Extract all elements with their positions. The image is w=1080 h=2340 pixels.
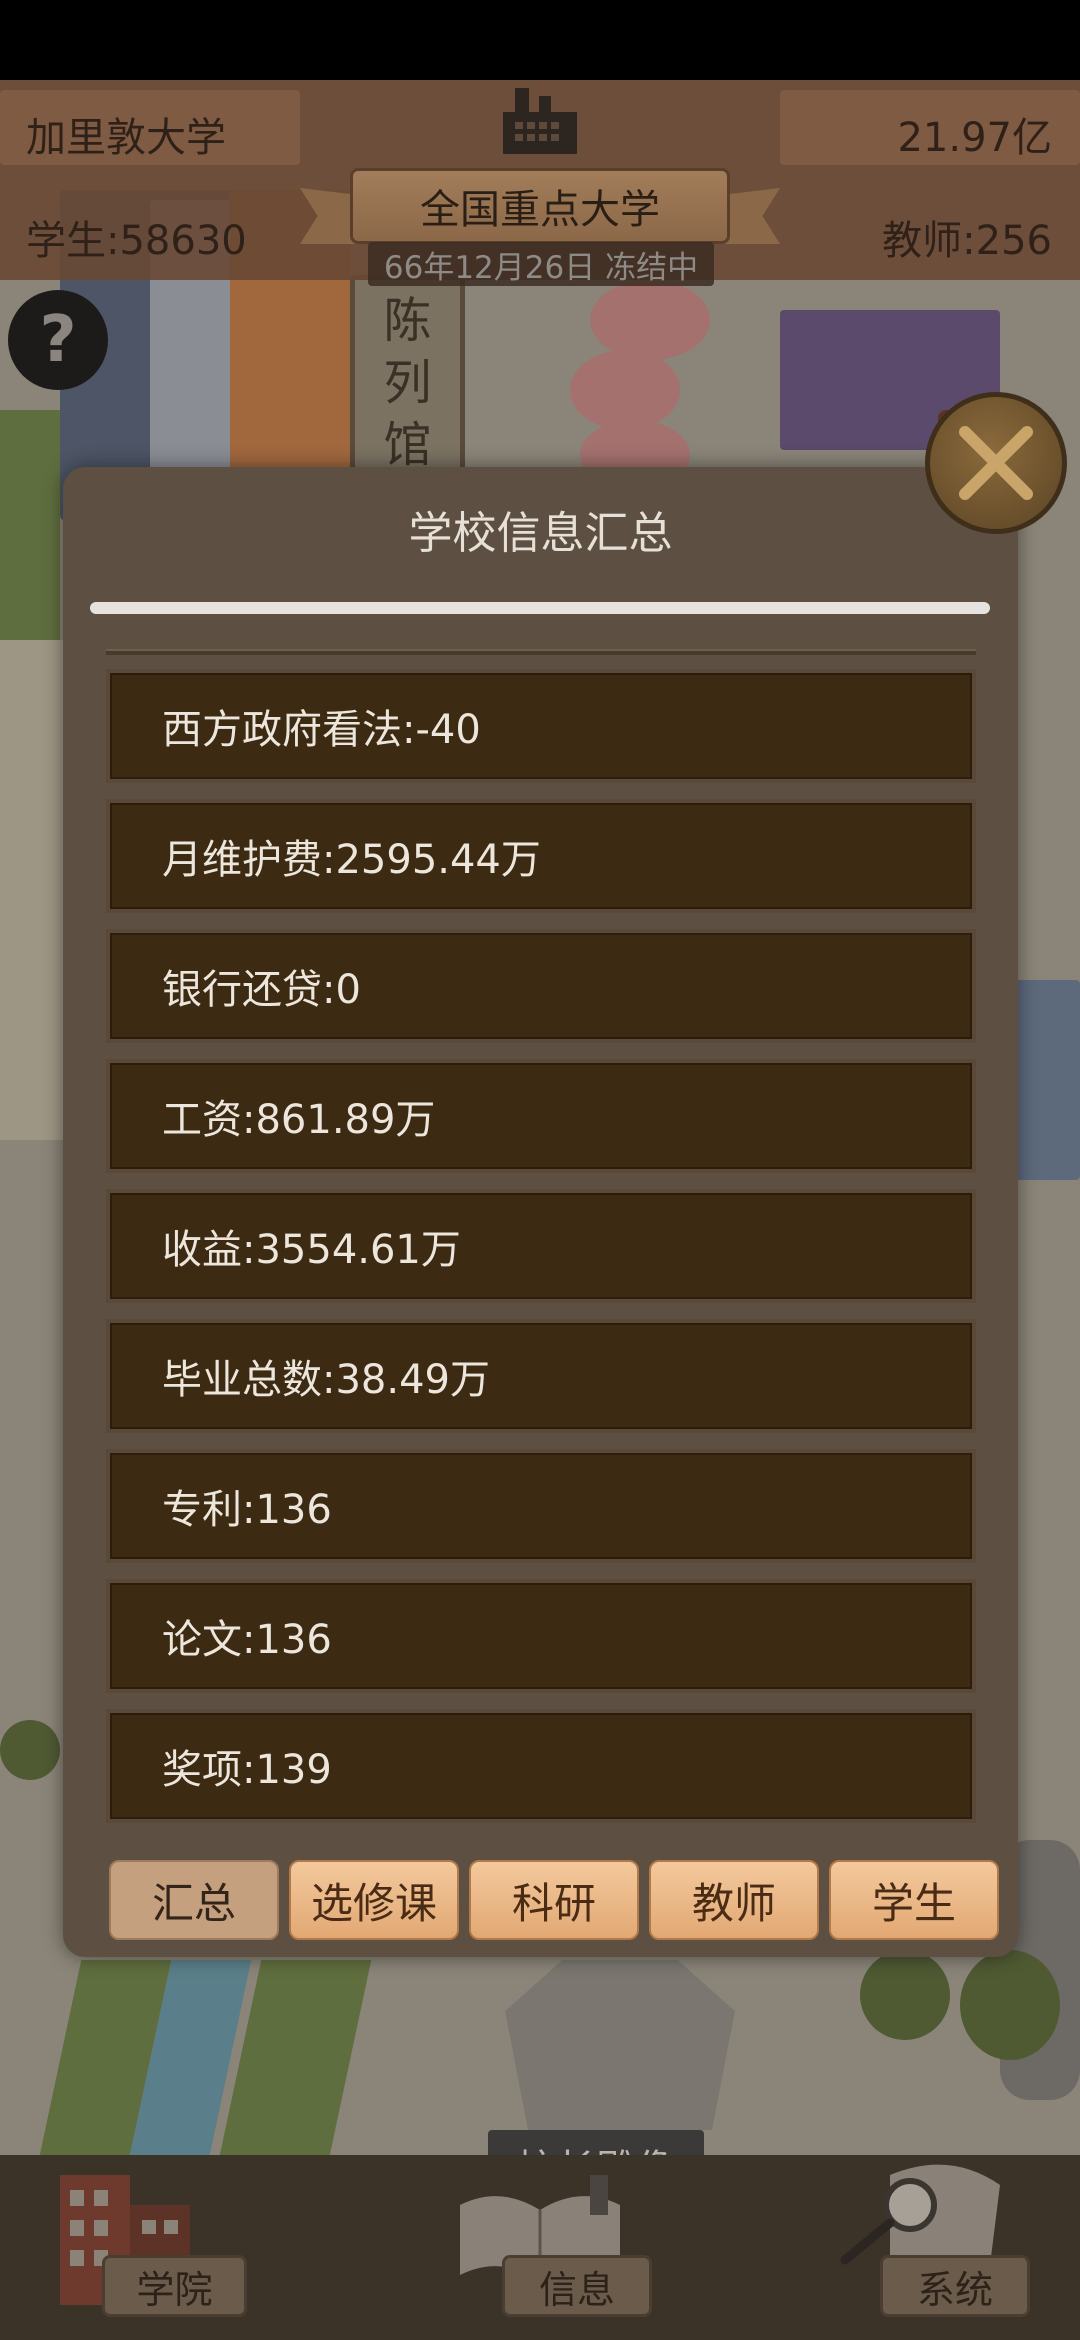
factory-icon — [503, 88, 577, 154]
info-list[interactable]: 西方政府看法:-40 月维护费:2595.44万 银行还贷:0 工资:861.8… — [106, 669, 976, 1839]
bottom-nav: 学院 信息 系统 — [0, 2155, 1080, 2340]
tab-electives[interactable]: 选修课 — [289, 1860, 459, 1940]
tab-teachers[interactable]: 教师 — [649, 1860, 819, 1940]
date-status: 66年12月26日 冻结中 — [368, 242, 714, 286]
info-row-maintenance: 月维护费:2595.44万 — [106, 799, 976, 913]
nav-info[interactable]: 信息 — [440, 2155, 670, 2340]
teacher-count: 教师:256 — [882, 218, 1052, 264]
dialog-tabs: 汇总 选修课 科研 教师 学生 — [109, 1860, 999, 1940]
tab-research[interactable]: 科研 — [469, 1860, 639, 1940]
nav-system[interactable]: 系统 — [830, 2155, 1060, 2340]
info-row-loan: 银行还贷:0 — [106, 929, 976, 1043]
rank-banner: 全国重点大学 — [300, 168, 780, 244]
help-button[interactable]: ? — [8, 290, 108, 390]
info-row-salary: 工资:861.89万 — [106, 1059, 976, 1173]
info-row-income: 收益:3554.61万 — [106, 1189, 976, 1303]
info-row-west-opinion: 西方政府看法:-40 — [106, 669, 976, 783]
school-info-dialog: 学校信息汇总 西方政府看法:-40 月维护费:2595.44万 银行还贷:0 工… — [63, 467, 1018, 1957]
nav-college[interactable]: 学院 — [40, 2155, 260, 2340]
info-row-patents: 专利:136 — [106, 1449, 976, 1563]
info-row-awards: 奖项:139 — [106, 1709, 976, 1823]
nav-system-label: 系统 — [880, 2255, 1030, 2317]
status-bar — [0, 0, 1080, 80]
title-divider — [90, 602, 990, 614]
school-name: 加里敦大学 — [26, 115, 226, 161]
info-row-papers: 论文:136 — [106, 1579, 976, 1693]
funds: 21.97亿 — [897, 115, 1052, 161]
close-x-icon — [959, 426, 1033, 500]
question-icon: ? — [39, 303, 77, 377]
statue-sign: 校长雕像 — [488, 2130, 704, 2155]
nav-info-label: 信息 — [502, 2255, 652, 2317]
info-row-graduates: 毕业总数:38.49万 — [106, 1319, 976, 1433]
nav-college-label: 学院 — [102, 2255, 247, 2317]
rank-title: 全国重点大学 — [350, 168, 730, 244]
tab-students[interactable]: 学生 — [829, 1860, 999, 1940]
list-edge — [106, 649, 976, 655]
student-count: 学生:58630 — [26, 218, 247, 264]
close-button[interactable] — [925, 392, 1067, 534]
statue — [505, 1960, 735, 2130]
dialog-title: 学校信息汇总 — [408, 508, 673, 559]
tab-summary[interactable]: 汇总 — [109, 1860, 279, 1940]
